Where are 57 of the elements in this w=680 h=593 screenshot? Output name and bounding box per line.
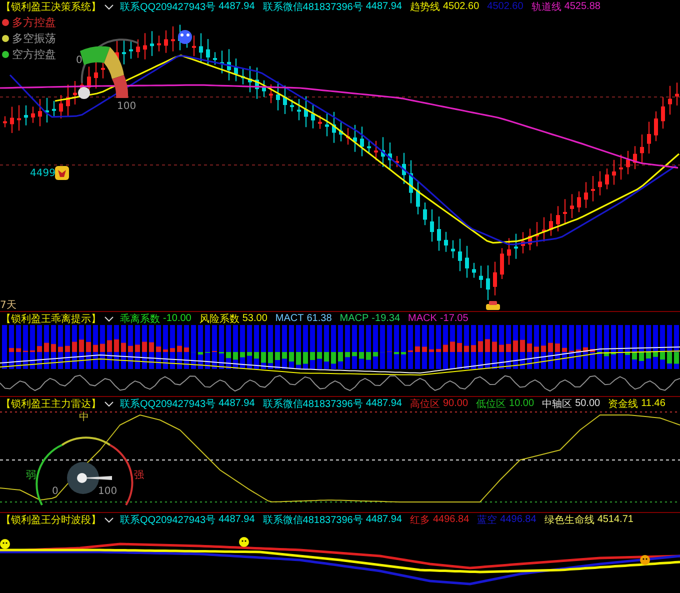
indicator-value: 90.00 <box>443 398 468 409</box>
indicator-value: -19.34 <box>372 313 400 324</box>
legend-label: 空方控盘 <box>12 48 56 62</box>
indicator-value: 4487.94 <box>218 514 255 525</box>
indicator-label: 联系微信481837396号 <box>262 0 363 14</box>
indicator-label: 资金线 <box>608 398 638 410</box>
indicator-label: 红多 <box>410 514 430 526</box>
indicator-value: 11.46 <box>641 398 666 409</box>
indicator-label: MACP <box>340 313 369 324</box>
indicator-title[interactable]: 【锁利盈王分时波段】 <box>1 512 101 526</box>
indicator-label: MACT <box>275 313 304 324</box>
indicator-label: 高位区 <box>410 398 440 410</box>
indicator-title[interactable]: 【锁利盈王乖离提示】 <box>1 312 101 326</box>
indicator-label: 趋势线 <box>410 0 440 14</box>
indicator-value: 4525.88 <box>564 1 600 12</box>
indicator-label: 轨道线 <box>531 0 562 14</box>
indicator-label: 联系QQ209427943号 <box>120 514 216 526</box>
indicator-label: 联系微信481837396号 <box>262 398 363 410</box>
price-label: 4499 <box>30 168 56 179</box>
gauge-label: 100 <box>98 486 118 497</box>
indicator-value: 4514.71 <box>597 514 634 525</box>
period-label: 7天 <box>0 300 16 310</box>
indicator-label: MACK <box>408 313 437 324</box>
indicator-value: 4487.94 <box>366 398 402 409</box>
indicator-label: 绿色生命线 <box>544 514 594 526</box>
gauge-label: 0 <box>76 55 82 66</box>
indicator-label: 联系QQ209427943号 <box>120 0 216 14</box>
indicator-value: -10.00 <box>163 313 192 324</box>
indicator-value: 4502.60 <box>487 1 524 12</box>
indicator-value: 4487.94 <box>366 1 402 12</box>
indicator-label: 联系微信481837396号 <box>262 514 363 526</box>
indicator-label: 蓝空 <box>477 514 498 526</box>
indicator-label: 乖离系数 <box>120 312 160 326</box>
indicator-value: 53.00 <box>242 313 268 324</box>
indicator-value: 4487.94 <box>218 398 255 409</box>
indicator-label: 风险系数 <box>199 312 240 326</box>
indicator-value: 50.00 <box>575 398 600 409</box>
gauge-label: 0 <box>52 486 58 497</box>
indicator-title[interactable]: 【锁利盈王决策系统】 <box>1 0 101 14</box>
indicator-value: 4487.94 <box>366 514 402 525</box>
gauge-label: 100 <box>117 101 136 112</box>
legend-label: 多方控盘 <box>12 16 56 30</box>
indicator-value: 61.38 <box>306 313 332 324</box>
indicator-value: 10.00 <box>509 398 534 409</box>
legend-label: 多空振荡 <box>12 32 56 46</box>
gauge-label: 弱 <box>26 470 36 481</box>
indicator-value: -17.05 <box>440 313 468 324</box>
indicator-value: 4496.84 <box>500 514 536 525</box>
indicator-label: 低位区 <box>476 398 506 410</box>
gauge-label: 强 <box>134 470 144 481</box>
indicator-label: 中轴区 <box>542 398 572 410</box>
gauge-label: 中 <box>79 412 89 423</box>
indicator-value: 4496.84 <box>433 514 470 525</box>
indicator-value: 4502.60 <box>443 1 480 12</box>
indicator-title[interactable]: 【锁利盈王主力雷达】 <box>1 396 101 410</box>
indicator-label: 联系QQ209427943号 <box>120 398 216 410</box>
indicator-value: 4487.94 <box>218 1 255 12</box>
